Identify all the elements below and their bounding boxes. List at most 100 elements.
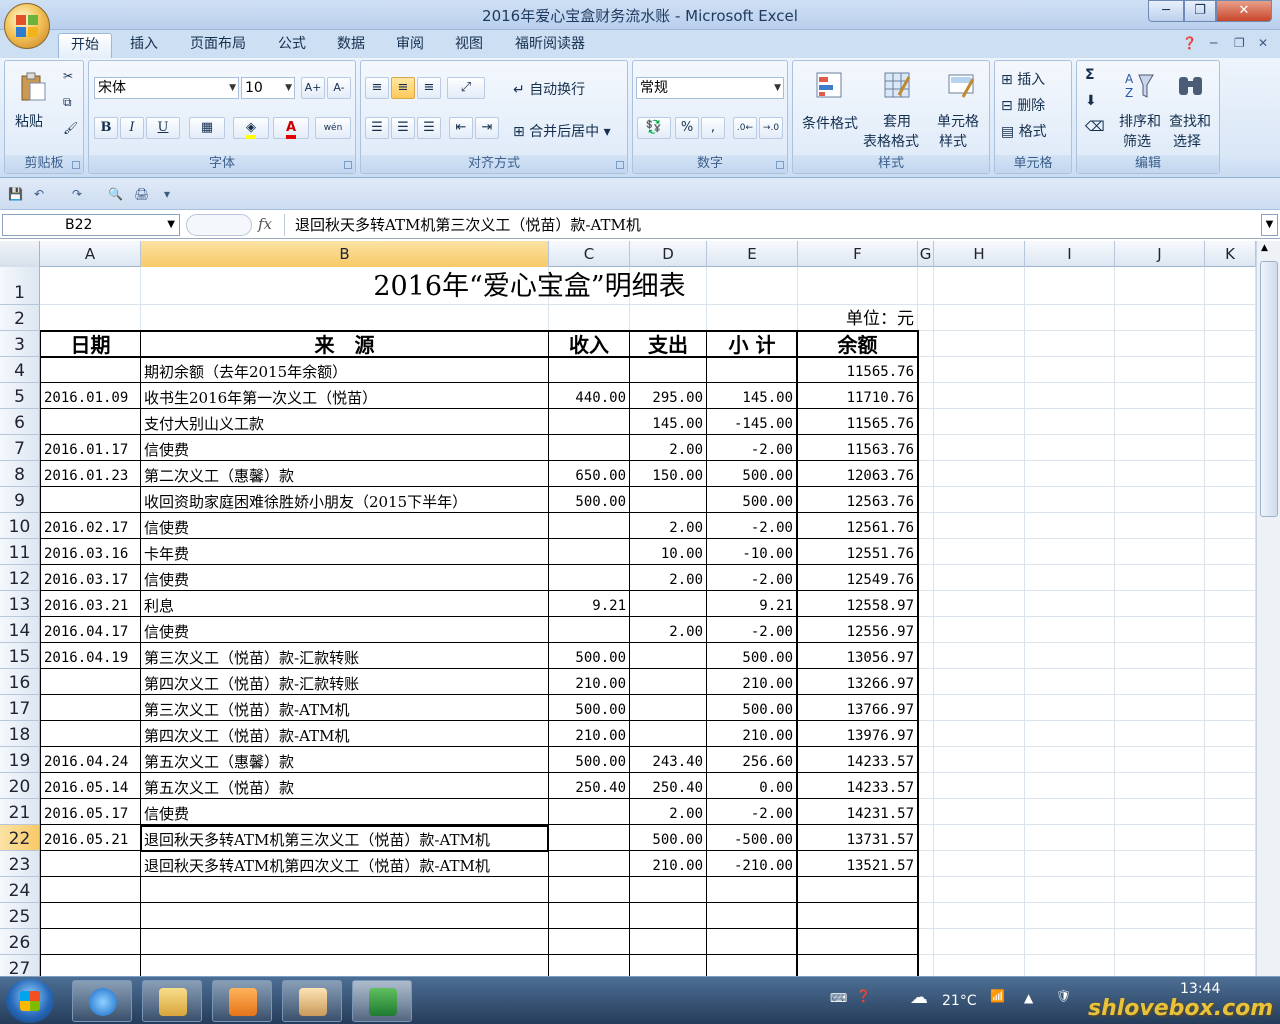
grow-font-button[interactable]: A+	[301, 77, 325, 99]
percent-button[interactable]: %	[675, 117, 699, 139]
row-header-21[interactable]: 21	[0, 799, 40, 825]
cell-source[interactable]: 卡年费	[141, 539, 548, 565]
cell-expense[interactable]: 10.00	[630, 539, 706, 565]
cell-source[interactable]: 退回秋天多转ATM机第四次义工（悦苗）款-ATM机	[141, 851, 548, 877]
alignment-launcher-icon[interactable]	[616, 161, 624, 169]
cell-expense[interactable]: 2.00	[630, 617, 706, 643]
tray-expand-icon[interactable]: ▲	[1024, 991, 1033, 1005]
fill-color-button[interactable]: ◈	[233, 117, 269, 139]
close-button[interactable]: ✕	[1216, 0, 1272, 22]
cell-expense[interactable]: 295.00	[630, 383, 706, 409]
cell-source[interactable]: 利息	[141, 591, 548, 617]
cell-date[interactable]: 2016.01.23	[41, 461, 140, 487]
cell-source[interactable]: 信使费	[141, 799, 548, 825]
cell-subtotal[interactable]: 500.00	[707, 643, 796, 669]
cell-expense[interactable]	[630, 669, 706, 695]
shield-icon[interactable]: 🛡	[1056, 989, 1071, 1003]
row-header-17[interactable]: 17	[0, 695, 40, 721]
format-as-table-line1[interactable]: 套用	[883, 111, 911, 131]
cell-expense[interactable]: 2.00	[630, 513, 706, 539]
clock-time[interactable]: 13:44	[1180, 981, 1220, 997]
paste-icon[interactable]	[17, 71, 49, 103]
row-header-9[interactable]: 9	[0, 487, 40, 513]
cell-income[interactable]	[549, 435, 629, 461]
redo-icon[interactable]: ↷	[70, 187, 84, 201]
tab-formulas[interactable]: 公式	[266, 33, 318, 58]
cell-date[interactable]	[41, 695, 140, 721]
cell-subtotal[interactable]: 256.60	[707, 747, 796, 773]
row-header-4[interactable]: 4	[0, 357, 40, 383]
row-header-8[interactable]: 8	[0, 461, 40, 487]
cell-subtotal[interactable]: 500.00	[707, 487, 796, 513]
cell-date[interactable]: 2016.05.21	[41, 825, 140, 851]
cell-expense[interactable]: 2.00	[630, 799, 706, 825]
row-header-12[interactable]: 12	[0, 565, 40, 591]
cell-styles-button[interactable]: 样式	[939, 131, 967, 151]
row-header-24[interactable]: 24	[0, 877, 40, 903]
increase-decimal-button[interactable]: .0←	[733, 117, 757, 139]
save-icon[interactable]: 💾	[8, 187, 23, 201]
cell-expense[interactable]: 2.00	[630, 435, 706, 461]
cell-date[interactable]: 2016.01.17	[41, 435, 140, 461]
cell-source[interactable]: 信使费	[141, 513, 548, 539]
header-expense[interactable]: 支出	[630, 331, 706, 357]
cell-income[interactable]: 500.00	[549, 487, 629, 513]
bold-button[interactable]: B	[94, 117, 118, 139]
cell-income[interactable]: 250.40	[549, 773, 629, 799]
cell-subtotal[interactable]	[707, 357, 796, 383]
row-header-13[interactable]: 13	[0, 591, 40, 617]
cell-date[interactable]: 2016.05.14	[41, 773, 140, 799]
cell-source[interactable]: 信使费	[141, 565, 548, 591]
cell-source[interactable]: 信使费	[141, 617, 548, 643]
row-header-15[interactable]: 15	[0, 643, 40, 669]
fill-icon[interactable]: ⬇	[1085, 93, 1097, 109]
quick-print-icon[interactable]: 🖨	[134, 187, 149, 201]
cell-date[interactable]	[41, 669, 140, 695]
find-select-line1[interactable]: 查找和	[1169, 111, 1211, 131]
clear-icon[interactable]: ⌫	[1085, 119, 1105, 135]
office-button[interactable]	[4, 3, 50, 49]
cell-source[interactable]: 第三次义工（悦苗）款-汇款转账	[141, 643, 548, 669]
cell-income[interactable]: 210.00	[549, 669, 629, 695]
cell-subtotal[interactable]: 210.00	[707, 669, 796, 695]
cell-subtotal[interactable]: -2.00	[707, 799, 796, 825]
border-button[interactable]: ▦	[189, 117, 225, 139]
format-as-table-button[interactable]: 表格格式	[863, 131, 919, 151]
cell-date[interactable]: 2016.03.21	[41, 591, 140, 617]
cell-income[interactable]: 500.00	[549, 695, 629, 721]
cell-styles-line1[interactable]: 单元格	[937, 111, 979, 131]
comma-button[interactable]: ,	[701, 117, 725, 139]
cell-source[interactable]: 第四次义工（悦苗）款-ATM机	[141, 721, 548, 747]
cell-income[interactable]	[549, 851, 629, 877]
decrease-indent-button[interactable]: ⇤	[449, 117, 473, 139]
cell-source[interactable]: 信使费	[141, 435, 548, 461]
format-painter-icon[interactable]: 🖌	[63, 121, 78, 135]
worksheet[interactable]: ABCDEFGHIJK 1 2 3 4 5 6 7 8 9 10 11 12 13 14 15 16 17 18 1…	[0, 241, 1256, 976]
cell-expense[interactable]: 210.00	[630, 851, 706, 877]
row-header-2[interactable]: 2	[0, 305, 40, 331]
tab-home[interactable]: 开始	[58, 33, 112, 58]
tab-view[interactable]: 视图	[444, 33, 494, 58]
cell-balance[interactable]: 13731.57	[799, 825, 917, 851]
column-header-b[interactable]: B	[141, 241, 549, 267]
align-right-button[interactable]: ☰	[417, 117, 441, 139]
cell-subtotal[interactable]: -10.00	[707, 539, 796, 565]
cell-date[interactable]: 2016.04.17	[41, 617, 140, 643]
row-header-7[interactable]: 7	[0, 435, 40, 461]
cell-income[interactable]: 500.00	[549, 643, 629, 669]
row-header-10[interactable]: 10	[0, 513, 40, 539]
start-button[interactable]	[6, 979, 54, 1023]
ribbon-close-icon[interactable]: ✕	[1258, 36, 1268, 50]
column-header-j[interactable]: J	[1115, 241, 1205, 267]
tab-review[interactable]: 审阅	[384, 33, 436, 58]
font-color-button[interactable]: A	[273, 117, 309, 139]
cell-subtotal[interactable]: 9.21	[707, 591, 796, 617]
sheet-title[interactable]: 2016年“爱心宝盒”明细表	[141, 267, 918, 305]
increase-indent-button[interactable]: ⇥	[475, 117, 499, 139]
cell-source[interactable]: 第三次义工（悦苗）款-ATM机	[141, 695, 548, 721]
ribbon-restore-icon[interactable]: ❐	[1234, 36, 1245, 50]
cell-subtotal[interactable]: -2.00	[707, 435, 796, 461]
phonetic-button[interactable]: wén	[315, 117, 351, 139]
row-header-1[interactable]: 1	[0, 267, 40, 305]
header-source[interactable]: 来 源	[141, 331, 548, 357]
